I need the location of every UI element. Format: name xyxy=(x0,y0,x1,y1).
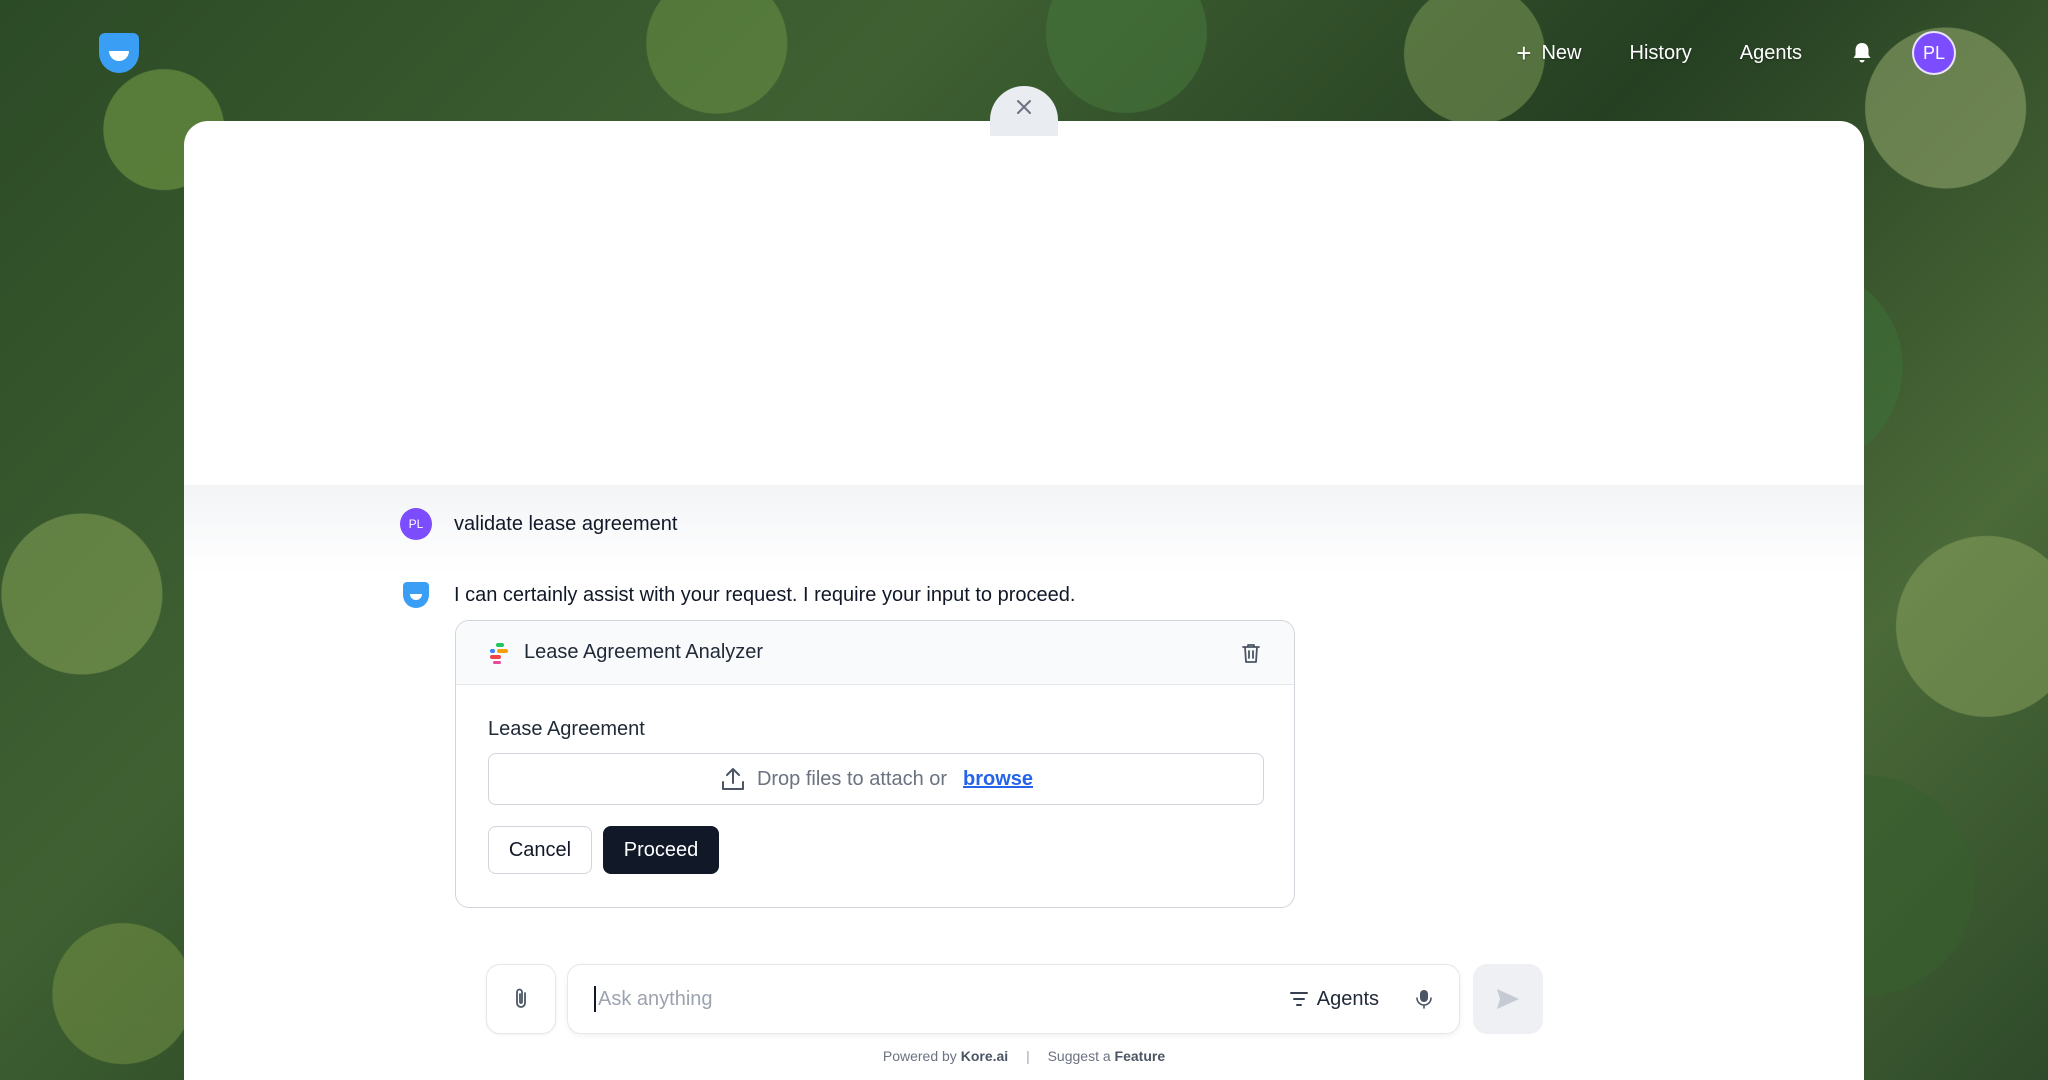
bell-icon[interactable] xyxy=(1850,41,1874,65)
user-avatar[interactable]: PL xyxy=(1912,31,1956,75)
suggest-feature-link[interactable]: Feature xyxy=(1115,1048,1166,1064)
trash-icon[interactable] xyxy=(1240,642,1262,664)
filter-icon xyxy=(1289,992,1308,1006)
bot-message-row: I can certainly assist with your request… xyxy=(400,579,1075,611)
bot-message-text: I can certainly assist with your request… xyxy=(454,583,1076,606)
chat-panel: PL validate lease agreement I can certai… xyxy=(184,121,1864,1080)
dropzone-text: Drop files to attach or xyxy=(756,767,948,790)
proceed-button[interactable]: Proceed xyxy=(603,826,719,874)
footer: Powered by Kore.ai | Suggest a Feature xyxy=(184,1048,1864,1064)
logo-icon xyxy=(99,33,139,73)
agent-input-card: Lease Agreement Analyzer Lease Agreement… xyxy=(455,620,1295,908)
new-button[interactable]: + New xyxy=(1516,40,1581,66)
file-dropzone[interactable]: Drop files to attach or browse xyxy=(488,753,1264,805)
browse-link[interactable]: browse xyxy=(963,768,1033,791)
close-panel-button[interactable] xyxy=(990,86,1058,136)
message-input[interactable] xyxy=(594,986,1289,1012)
agents-filter-label: Agents xyxy=(1316,987,1379,1010)
powered-by-brand[interactable]: Kore.ai xyxy=(961,1048,1008,1064)
agent-icon xyxy=(490,642,508,664)
plus-icon: + xyxy=(1516,38,1532,68)
user-message-text: validate lease agreement xyxy=(454,512,678,535)
bot-avatar-icon xyxy=(403,582,429,608)
agents-link[interactable]: Agents xyxy=(1740,42,1802,65)
card-header: Lease Agreement Analyzer xyxy=(456,621,1294,685)
user-message-row: PL validate lease agreement xyxy=(400,508,677,540)
new-label: New xyxy=(1541,41,1582,64)
paperclip-icon xyxy=(516,988,526,1008)
powered-by-prefix: Powered by xyxy=(882,1048,957,1064)
suggest-prefix: Suggest a xyxy=(1047,1048,1111,1064)
send-button[interactable] xyxy=(1473,964,1543,1034)
attach-button[interactable] xyxy=(486,964,556,1034)
cancel-button[interactable]: Cancel xyxy=(488,826,592,874)
microphone-icon[interactable] xyxy=(1413,988,1435,1010)
app-logo[interactable] xyxy=(95,29,143,77)
card-title: Lease Agreement Analyzer xyxy=(524,641,764,663)
history-link[interactable]: History xyxy=(1630,42,1692,65)
lease-agreement-label: Lease Agreement xyxy=(488,718,645,740)
footer-separator: | xyxy=(1026,1048,1030,1064)
message-composer: Agents xyxy=(567,964,1460,1034)
send-icon xyxy=(1497,989,1519,1009)
close-icon xyxy=(1017,100,1031,114)
upload-icon xyxy=(721,768,744,790)
top-nav: + New History Agents PL xyxy=(1468,31,1956,75)
user-message-avatar: PL xyxy=(400,508,432,540)
agents-filter-button[interactable]: Agents xyxy=(1289,988,1379,1011)
